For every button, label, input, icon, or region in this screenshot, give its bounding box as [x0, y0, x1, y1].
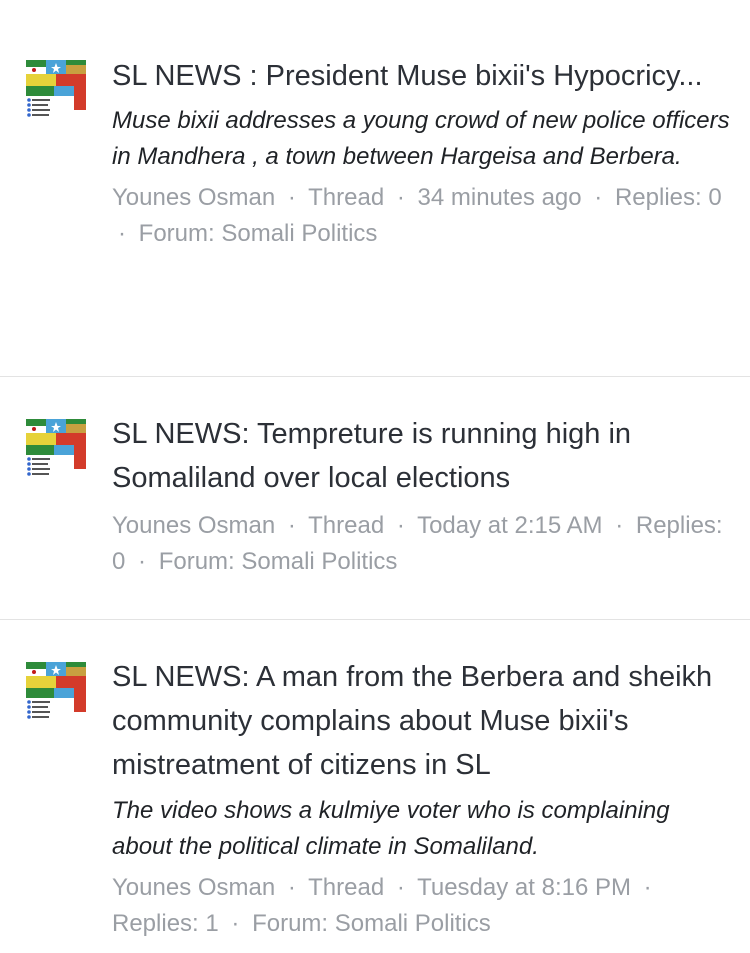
thread-type: Thread [308, 184, 385, 211]
thread-snippet: The video shows a kulmiye voter who is c… [112, 797, 670, 860]
flag-collage-avatar-icon[interactable] [24, 58, 88, 122]
flag-collage-avatar-icon[interactable] [24, 417, 88, 481]
flag-collage-avatar-icon[interactable] [24, 660, 88, 724]
meta-separator: · [287, 874, 296, 901]
thread-author[interactable]: Younes Osman [112, 512, 275, 539]
thread-time[interactable]: Today at 2:15 AM [417, 512, 602, 539]
thread-author[interactable]: Younes Osman [112, 184, 275, 211]
thread-author[interactable]: Younes Osman [112, 874, 275, 901]
thread-replies: Replies: 1 [112, 910, 219, 937]
thread-time[interactable]: Tuesday at 8:16 PM [417, 874, 631, 901]
thread-title[interactable]: SL NEWS : President Muse bixii's Hypocri… [112, 54, 732, 98]
thread-snippet: Muse bixii addresses a young crowd of ne… [112, 107, 730, 170]
thread-time[interactable]: 34 minutes ago [418, 184, 582, 211]
meta-separator: · [594, 184, 603, 211]
meta-separator: · [231, 910, 240, 937]
thread-title[interactable]: SL NEWS: Tempreture is running high in S… [112, 412, 732, 500]
thread-item[interactable]: SL NEWS: A man from the Berbera and shei… [0, 620, 750, 953]
thread-meta: Younes Osman · Thread · 34 minutes ago ·… [112, 180, 732, 252]
meta-separator: · [118, 220, 126, 247]
meta-separator: · [396, 512, 405, 539]
meta-separator: · [396, 184, 405, 211]
thread-meta: Younes Osman · Thread · Tuesday at 8:16 … [112, 870, 732, 942]
meta-separator: · [643, 874, 652, 901]
thread-forum[interactable]: Forum: Somali Politics [159, 548, 398, 575]
thread-meta: Younes Osman · Thread · Today at 2:15 AM… [112, 508, 732, 580]
thread-forum[interactable]: Forum: Somali Politics [139, 220, 378, 247]
thread-replies: Replies: 0 [614, 184, 722, 211]
meta-separator: · [138, 548, 147, 575]
thread-forum[interactable]: Forum: Somali Politics [252, 910, 491, 937]
meta-separator: · [287, 184, 296, 211]
thread-type: Thread [308, 874, 385, 901]
thread-title[interactable]: SL NEWS: A man from the Berbera and shei… [112, 655, 732, 787]
thread-item[interactable]: SL NEWS: Tempreture is running high in S… [0, 377, 750, 620]
meta-separator: · [396, 874, 405, 901]
meta-separator: · [287, 512, 296, 539]
meta-separator: · [615, 512, 624, 539]
thread-type: Thread [308, 512, 385, 539]
thread-item[interactable]: SL NEWS : President Muse bixii's Hypocri… [0, 0, 750, 377]
